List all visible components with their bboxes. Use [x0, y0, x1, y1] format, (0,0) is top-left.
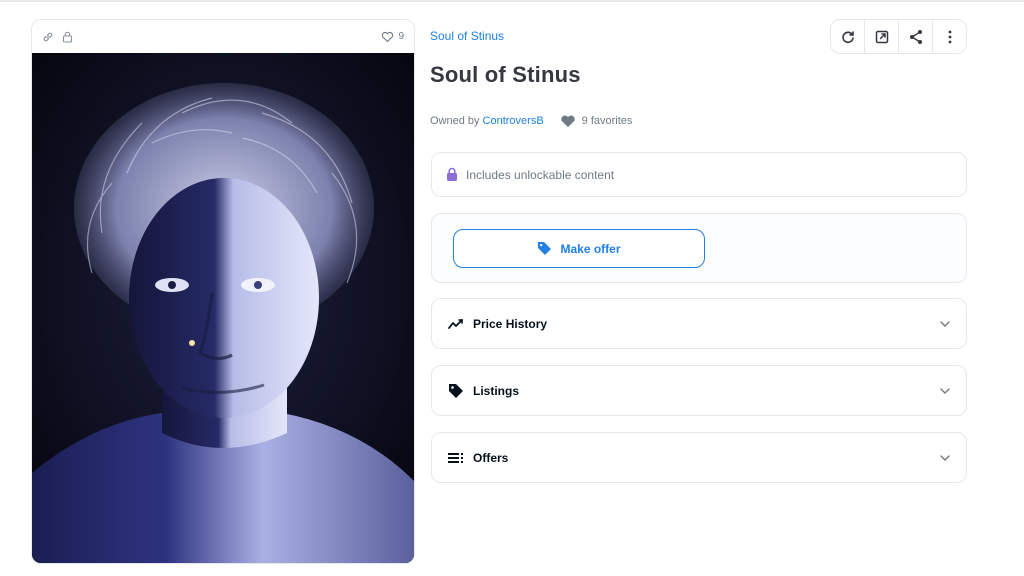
favorites-info: 9 favorites [560, 114, 633, 128]
chevron-down-icon [940, 320, 950, 327]
offer-panel: Make offer [431, 213, 967, 283]
favorites-count: 9 favorites [581, 115, 633, 127]
offers-label: Offers [473, 450, 509, 465]
tag-icon [537, 241, 552, 256]
listings-label: Listings [473, 383, 520, 398]
more-options-button[interactable] [933, 20, 966, 53]
media-header: 9 [32, 20, 414, 53]
collection-link[interactable]: Soul of Stinus [430, 29, 504, 43]
action-bar [830, 19, 967, 54]
media-card: 9 [31, 19, 415, 564]
owner-link[interactable]: ControversB [483, 115, 544, 127]
share-icon [908, 29, 924, 45]
make-offer-label: Make offer [560, 241, 621, 256]
external-link-icon [875, 30, 889, 44]
chevron-down-icon [940, 387, 950, 394]
make-offer-button[interactable]: Make offer [453, 229, 705, 268]
lock-icon [62, 31, 73, 43]
chevron-down-icon [940, 454, 950, 461]
external-link-button[interactable] [865, 20, 899, 53]
price-history-label: Price History [473, 316, 548, 331]
link-icon[interactable] [42, 31, 54, 43]
lock-icon [446, 167, 458, 182]
nft-artwork-image[interactable] [32, 53, 414, 563]
price-history-section[interactable]: Price History [431, 298, 967, 349]
refresh-icon [841, 30, 855, 44]
share-button[interactable] [899, 20, 933, 53]
more-icon [948, 30, 952, 44]
refresh-button[interactable] [831, 20, 865, 53]
heart-icon [560, 114, 576, 128]
owner-prefix: Owned by [430, 115, 480, 127]
unlockable-content-box: Includes unlockable content [431, 152, 967, 197]
top-divider [0, 0, 1024, 2]
favorite-count: 9 [398, 31, 404, 42]
tag-icon [448, 383, 464, 399]
item-title: Soul of Stinus [430, 62, 581, 87]
listings-section[interactable]: Listings [431, 365, 967, 416]
unlockable-label: Includes unlockable content [466, 167, 615, 182]
list-icon [448, 452, 464, 464]
owner-row: Owned by ControversB 9 favorites [430, 114, 632, 128]
offers-section[interactable]: Offers [431, 432, 967, 483]
heart-outline-icon[interactable] [381, 31, 394, 43]
trend-line-icon [448, 318, 464, 330]
